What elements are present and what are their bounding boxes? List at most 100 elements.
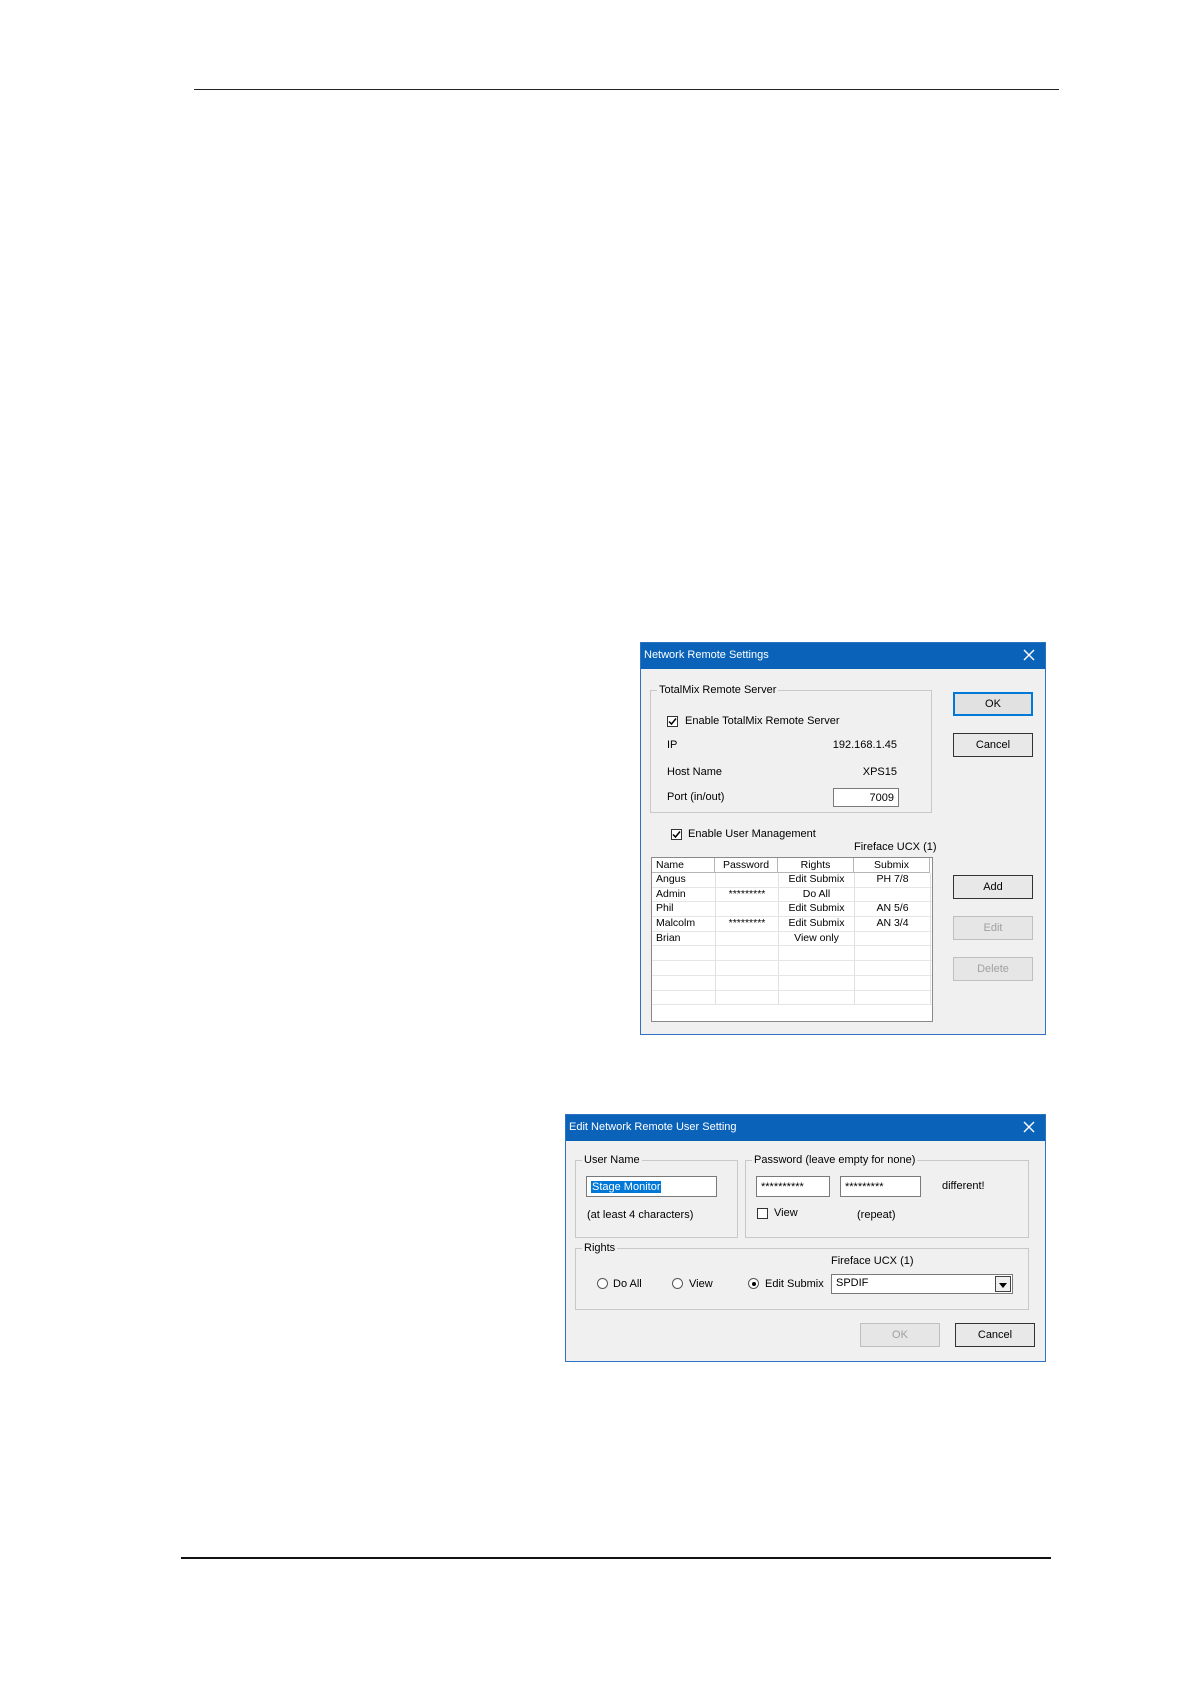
titlebar: Network Remote Settings [641,643,1045,669]
remote-server-group: TotalMix Remote Server Enable TotalMix R… [650,683,932,813]
dialog-title: Edit Network Remote User Setting [569,1121,737,1133]
ok-button[interactable]: OK [953,692,1033,716]
radio-do-all-label: Do All [613,1278,642,1290]
group-label: TotalMix Remote Server [657,683,779,697]
ip-label: IP [667,739,678,751]
radio-edit-submix-label: Edit Submix [765,1278,824,1290]
password-group: Password (leave empty for none) ********… [745,1153,1029,1238]
titlebar: Edit Network Remote User Setting [566,1115,1045,1141]
port-input[interactable]: 7009 [833,788,899,807]
column-header-submix[interactable]: Submix [854,858,930,873]
cell-name: Brian [652,931,716,946]
close-icon[interactable] [1019,645,1039,665]
table-row[interactable] [652,975,932,991]
cell-rights: Edit Submix [779,917,855,931]
cell-name: Angus [652,873,716,887]
repeat-label: (repeat) [857,1209,896,1221]
cell-submix: AN 5/6 [855,902,931,917]
cell-password: ********* [716,887,779,902]
cell-rights: Do All [779,887,855,902]
password-input[interactable]: ********** [756,1176,830,1197]
cell-submix [855,975,931,990]
column-header-rights[interactable]: Rights [778,858,854,873]
header-rule [194,89,1059,90]
cell-rights: Edit Submix [779,902,855,917]
device-label: Fireface UCX (1) [831,1255,914,1267]
cell-password [716,902,779,917]
submix-select[interactable]: SPDIF [831,1274,1013,1294]
network-remote-settings-dialog: Network Remote Settings TotalMix Remote … [640,642,1046,1035]
cell-password [716,961,779,975]
host-name-label: Host Name [667,766,723,778]
cell-password [716,946,779,961]
cell-name [652,990,716,1005]
chevron-down-icon[interactable] [995,1276,1011,1292]
cell-password [716,975,779,990]
cell-rights: View only [779,931,855,946]
column-header-password[interactable]: Password [715,858,778,873]
enable-server-checkbox[interactable] [667,716,678,727]
table-row[interactable]: Brian View only [652,931,932,947]
view-password-label: View [774,1207,798,1219]
cell-submix [855,961,931,975]
cell-name [652,975,716,990]
users-table[interactable]: Name Password Rights Submix Angus Edit S… [651,857,933,1022]
cell-password: ********* [716,917,779,931]
cell-rights [779,946,855,961]
cell-password [716,931,779,946]
cell-rights [779,990,855,1005]
edit-user-button[interactable]: Edit [953,916,1033,940]
group-label: User Name [582,1153,642,1167]
table-row[interactable]: Angus Edit Submix PH 7/8 [652,873,932,888]
table-row[interactable] [652,990,932,1006]
cell-submix: PH 7/8 [855,873,931,887]
column-header-name[interactable]: Name [652,858,715,873]
submix-select-value: SPDIF [836,1277,869,1289]
cell-rights: Edit Submix [779,873,855,887]
cell-submix [855,887,931,902]
table-row[interactable] [652,961,932,976]
dialog-title: Network Remote Settings [644,649,769,661]
delete-user-button[interactable]: Delete [953,957,1033,981]
enable-user-management-checkbox[interactable] [671,829,682,840]
password-repeat-input[interactable]: ********* [840,1176,921,1197]
password-repeat-value: ********* [845,1180,884,1193]
cell-rights [779,975,855,990]
cell-name: Malcolm [652,917,716,931]
radio-do-all[interactable] [597,1278,608,1289]
username-group: User Name Stage Monitor (at least 4 char… [575,1153,738,1238]
device-label: Fireface UCX (1) [854,841,937,853]
cancel-button[interactable]: Cancel [953,733,1033,757]
table-row[interactable]: Phil Edit Submix AN 5/6 [652,902,932,918]
table-row[interactable] [652,946,932,962]
cell-rights [779,961,855,975]
username-input[interactable]: Stage Monitor [586,1176,717,1197]
table-row[interactable]: Admin ********* Do All [652,887,932,903]
table-row[interactable]: Malcolm ********* Edit Submix AN 3/4 [652,917,932,932]
ok-button[interactable]: OK [860,1323,940,1347]
port-label: Port (in/out) [667,791,725,803]
rights-group: Rights Fireface UCX (1) Do All View Edit… [575,1241,1029,1310]
cell-submix [855,990,931,1005]
cell-submix [855,946,931,961]
add-user-button[interactable]: Add [953,875,1033,899]
radio-view[interactable] [672,1278,683,1289]
enable-user-management-label: Enable User Management [688,828,816,840]
cell-name: Phil [652,902,716,917]
footer-rule [181,1557,1051,1559]
radio-edit-submix[interactable] [748,1278,759,1289]
table-body: Angus Edit Submix PH 7/8 Admin *********… [652,873,932,1021]
group-label: Rights [582,1241,618,1255]
ip-value: 192.168.1.45 [832,739,897,751]
cell-password [716,873,779,887]
cell-submix [855,931,931,946]
cancel-button[interactable]: Cancel [955,1323,1035,1347]
password-value: ********** [761,1180,804,1193]
host-name-value: XPS15 [862,766,897,778]
table-header: Name Password Rights Submix [652,858,930,873]
close-icon[interactable] [1019,1117,1039,1137]
view-password-checkbox[interactable] [757,1208,768,1219]
group-label: Password (leave empty for none) [752,1153,918,1167]
cell-submix: AN 3/4 [855,917,931,931]
port-value: 7009 [869,791,894,804]
